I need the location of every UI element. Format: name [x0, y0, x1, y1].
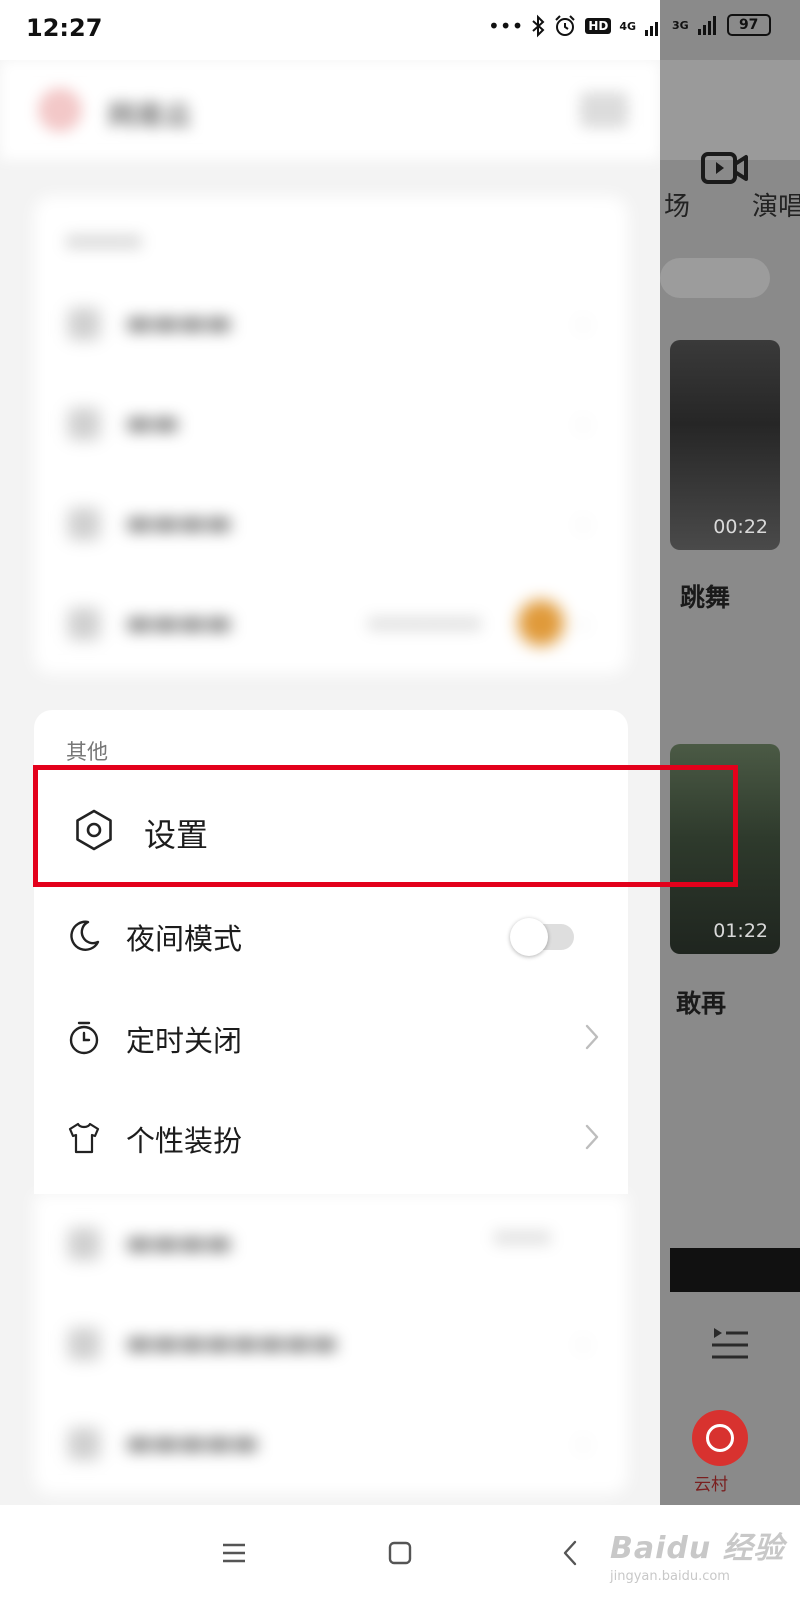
back-button[interactable]: [548, 1531, 592, 1575]
night-mode-menu-item[interactable]: 夜间模式: [34, 886, 628, 986]
menu-item-label: 夜间模式: [126, 922, 243, 956]
night-mode-toggle[interactable]: [510, 918, 574, 956]
video-camera-icon: [701, 152, 748, 184]
blurred-icon: [68, 1328, 100, 1360]
status-icons-right: 3G 97: [672, 14, 771, 36]
video-duration: 01:22: [713, 920, 768, 942]
status-time: 12:27: [26, 14, 103, 42]
chevron-right-icon: [585, 1124, 599, 1150]
chevron-right-icon: [585, 1024, 599, 1050]
blurred-subtext: ▬▬▬▬▬▬: [368, 610, 482, 634]
menu-item-label: 定时关闭: [126, 1024, 243, 1058]
username[interactable]: 网易云: [108, 94, 192, 134]
chevron-right-icon: ›: [578, 610, 588, 638]
section-label: 其他: [66, 740, 108, 764]
other-section-card: 其他 设置 夜间模式 定时关闭 个性装扮: [34, 710, 628, 1194]
tshirt-icon: [68, 1122, 100, 1154]
blurred-text: ▬▬▬▬: [126, 1226, 232, 1259]
menu-item-label: 设置: [144, 816, 209, 854]
cloud-village-icon: [692, 1410, 748, 1466]
blurred-text: ▬▬▬▬: [126, 306, 232, 339]
blurred-badge: [518, 600, 564, 646]
blurred-text: ▬▬: [126, 406, 179, 439]
blurred-menu-row[interactable]: ▬▬ ›: [34, 374, 628, 474]
video-thumbnail: 00:22: [670, 340, 780, 550]
blurred-menu-card: ▬▬▬▬ ▬▬▬▬ › ▬▬ › ▬▬▬▬ › ▬▬▬▬ › ▬▬▬▬▬▬: [34, 196, 628, 674]
avatar[interactable]: [38, 88, 82, 132]
signal-icon: [697, 16, 716, 35]
drawer-header: 网易云: [0, 60, 660, 160]
chevron-right-icon: ›: [578, 410, 588, 438]
chevron-right-icon: ›: [578, 1430, 588, 1458]
background-tab: 场: [664, 192, 691, 222]
watermark-logo: Baidu 经验: [610, 1531, 785, 1566]
battery-indicator: 97: [726, 14, 771, 36]
settings-hexagon-icon: [76, 809, 112, 851]
chevron-right-icon: ›: [578, 510, 588, 538]
blurred-icon: [68, 1428, 100, 1460]
alarm-icon: [555, 15, 576, 36]
blurred-text: ▬▬▬▬: [126, 506, 232, 539]
background-app: 场 演唱 00:22 跳舞 01:22 敢再 云村: [660, 0, 800, 1505]
blurred-menu-row[interactable]: ▬▬▬▬▬▬▬▬ ›: [34, 1294, 628, 1394]
video-caption: 跳舞: [680, 583, 731, 612]
blurred-text: ▬▬▬▬▬: [126, 1426, 259, 1459]
home-button[interactable]: [378, 1531, 422, 1575]
background-mini-player: [670, 1248, 800, 1292]
status-bar: 12:27 ••• HD 4G: [0, 0, 660, 60]
watermark: Baidu 经验 jingyan.baidu.com: [610, 1523, 785, 1584]
moon-icon: [70, 920, 100, 951]
network-label: 3G: [672, 18, 689, 32]
menu-icon: [223, 1543, 245, 1563]
blurred-icon: [68, 408, 100, 440]
blurred-text: ▬▬▬▬▬▬▬▬: [126, 1326, 338, 1359]
timer-close-menu-item[interactable]: 定时关闭: [34, 988, 628, 1088]
status-icons: ••• HD 4G: [488, 14, 660, 38]
personal-theme-menu-item[interactable]: 个性装扮: [34, 1088, 628, 1188]
video-caption: 敢再: [676, 989, 727, 1018]
blurred-icon: [68, 508, 100, 540]
blurred-menu-row[interactable]: ▬▬▬▬▬ ›: [34, 1394, 628, 1494]
blurred-icon: [68, 1228, 100, 1260]
network-label: 4G: [619, 19, 637, 33]
more-dots-icon: •••: [488, 14, 524, 38]
chevron-right-icon: ›: [578, 1330, 588, 1358]
toggle-knob: [510, 918, 548, 956]
watermark-url: jingyan.baidu.com: [610, 1569, 730, 1584]
blurred-menu-row[interactable]: ▬▬▬▬ ›: [34, 474, 628, 574]
blurred-menu-card: ▬▬▬▬ ▬▬▬ ▬▬▬▬▬▬▬▬ › ▬▬▬▬▬ ›: [34, 1194, 628, 1494]
home-icon: [388, 1541, 412, 1565]
blurred-menu-row[interactable]: ▬▬▬▬ ›: [34, 274, 628, 374]
cloud-village-label: 云村: [694, 1475, 728, 1495]
chevron-right-icon: ›: [578, 310, 588, 338]
back-icon: [563, 1540, 577, 1566]
blurred-icon: [68, 308, 100, 340]
playlist-queue-icon: [712, 1328, 748, 1359]
menu-item-label: 个性装扮: [126, 1124, 243, 1158]
timer-icon: [69, 1021, 99, 1055]
blurred-icon: [68, 608, 100, 640]
background-tab: 演唱: [752, 192, 800, 222]
hd-badge: HD: [585, 18, 612, 34]
side-drawer: 12:27 ••• HD 4G 网易云 ▬▬▬▬ ▬▬▬▬ › ▬▬ › ▬▬▬…: [0, 0, 660, 1505]
video-duration: 00:22: [713, 516, 768, 538]
signal-icon: [645, 22, 659, 36]
blurred-subtext: ▬▬▬: [494, 1224, 551, 1248]
bluetooth-icon: [532, 14, 545, 38]
background-search-bar: [660, 258, 770, 298]
recent-apps-button[interactable]: [212, 1531, 256, 1575]
blurred-text: ▬▬▬▬: [126, 606, 232, 639]
video-thumbnail: 01:22: [670, 744, 780, 954]
background-header: [660, 60, 800, 184]
scan-icon[interactable]: [580, 92, 628, 128]
settings-menu-item[interactable]: 设置: [34, 776, 628, 884]
blurred-section-title: ▬▬▬▬: [66, 228, 142, 252]
system-nav-bar: Baidu 经验 jingyan.baidu.com: [0, 1505, 800, 1600]
blurred-menu-row[interactable]: ▬▬▬▬ ▬▬▬: [34, 1194, 628, 1294]
